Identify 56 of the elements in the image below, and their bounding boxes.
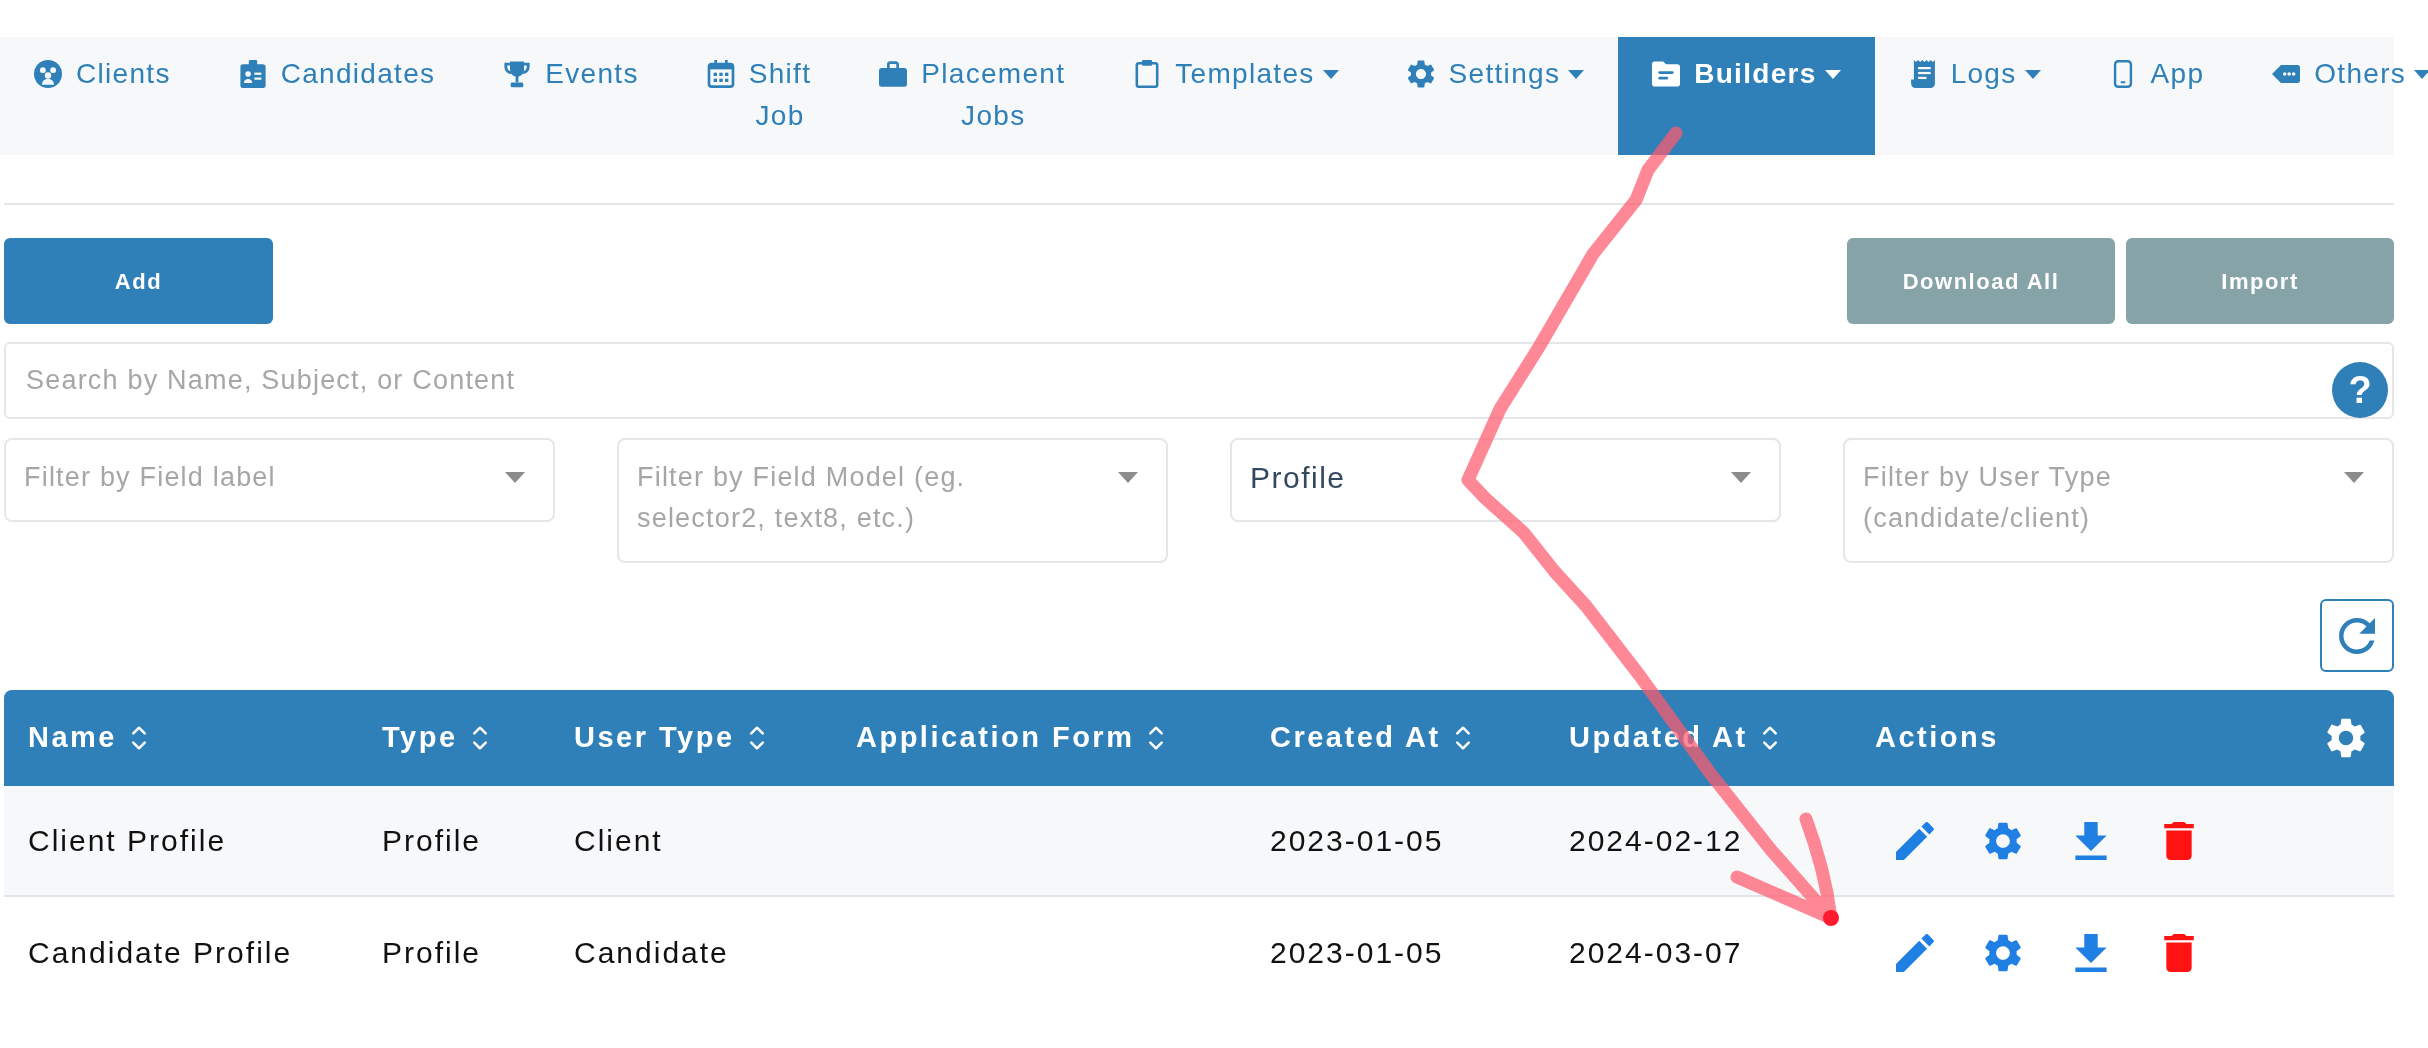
id-badge-icon: [238, 60, 267, 88]
nav-tab[interactable]: Settings: [1372, 37, 1619, 155]
help-button[interactable]: ?: [2332, 362, 2388, 418]
filter-dropdown[interactable]: Profile: [1230, 438, 1781, 522]
calendar-icon: [706, 60, 735, 88]
table-cell: 2023-01-05: [1270, 936, 1444, 969]
table-cell: Profile: [382, 824, 482, 857]
users-icon: [34, 60, 62, 88]
table-cell: Client: [574, 824, 663, 857]
column-header[interactable]: Name: [28, 716, 147, 760]
caret-icon: [2344, 472, 2364, 483]
nav-tab[interactable]: Clients: [0, 37, 205, 155]
table-cell: 2024-03-07: [1569, 936, 1743, 969]
gear-icon[interactable]: [1984, 933, 2022, 972]
nav-tab[interactable]: Placement Jobs: [845, 37, 1100, 155]
toolbar-button[interactable]: Add: [4, 238, 273, 324]
nav-tab[interactable]: Others: [2238, 37, 2428, 155]
table-cell: Client Profile: [28, 824, 227, 857]
table-cell: Candidate Profile: [28, 936, 293, 969]
table-cell: 2024-02-12: [1569, 824, 1743, 857]
receipt-icon: [1908, 60, 1937, 88]
column-header[interactable]: Type: [382, 716, 488, 760]
table-cell: Profile: [382, 936, 482, 969]
refresh-button[interactable]: [2320, 599, 2394, 672]
caret-icon: [505, 472, 525, 483]
nav-tab[interactable]: Logs: [1874, 37, 2075, 155]
column-header: Actions: [1875, 720, 1999, 756]
trophy-icon: [503, 60, 532, 88]
download-icon[interactable]: [2072, 933, 2110, 972]
toolbar-button[interactable]: Import: [2126, 238, 2394, 324]
caret-icon: [1731, 472, 1751, 483]
folder-icon: [1652, 60, 1681, 88]
table-cell: 2023-01-05: [1270, 824, 1444, 857]
gear-icon[interactable]: [2326, 718, 2366, 758]
table-cell: Candidate: [574, 936, 729, 969]
column-header[interactable]: Application Form: [856, 716, 1165, 760]
pencil-icon[interactable]: [1896, 821, 1934, 860]
pencil-icon[interactable]: [1896, 933, 1934, 972]
filter-dropdown[interactable]: Filter by User Type (candidate/client): [1843, 438, 2394, 563]
refresh-icon: [2339, 617, 2375, 654]
nav-tab[interactable]: Candidates: [204, 37, 470, 155]
caret-icon: [1118, 472, 1138, 483]
briefcase-icon: [879, 60, 908, 88]
toolbar-button[interactable]: Download All: [1847, 238, 2115, 324]
nav-tab[interactable]: Builders: [1618, 37, 1875, 155]
download-icon[interactable]: [2072, 821, 2110, 860]
nav-tab[interactable]: App: [2074, 37, 2239, 155]
filter-dropdown[interactable]: Filter by Field label: [4, 438, 555, 522]
nav-tab[interactable]: Shift Job: [672, 37, 846, 155]
nav-tab[interactable]: Templates: [1099, 37, 1373, 155]
column-header[interactable]: Created At: [1270, 716, 1471, 760]
gear-icon[interactable]: [1984, 821, 2022, 860]
column-header[interactable]: User Type: [574, 716, 765, 760]
gear-icon: [1406, 60, 1435, 88]
nav-tab[interactable]: Events: [469, 37, 673, 155]
filter-dropdown[interactable]: Filter by Field Model (eg. selector2, text8, etc.): [617, 438, 1168, 563]
